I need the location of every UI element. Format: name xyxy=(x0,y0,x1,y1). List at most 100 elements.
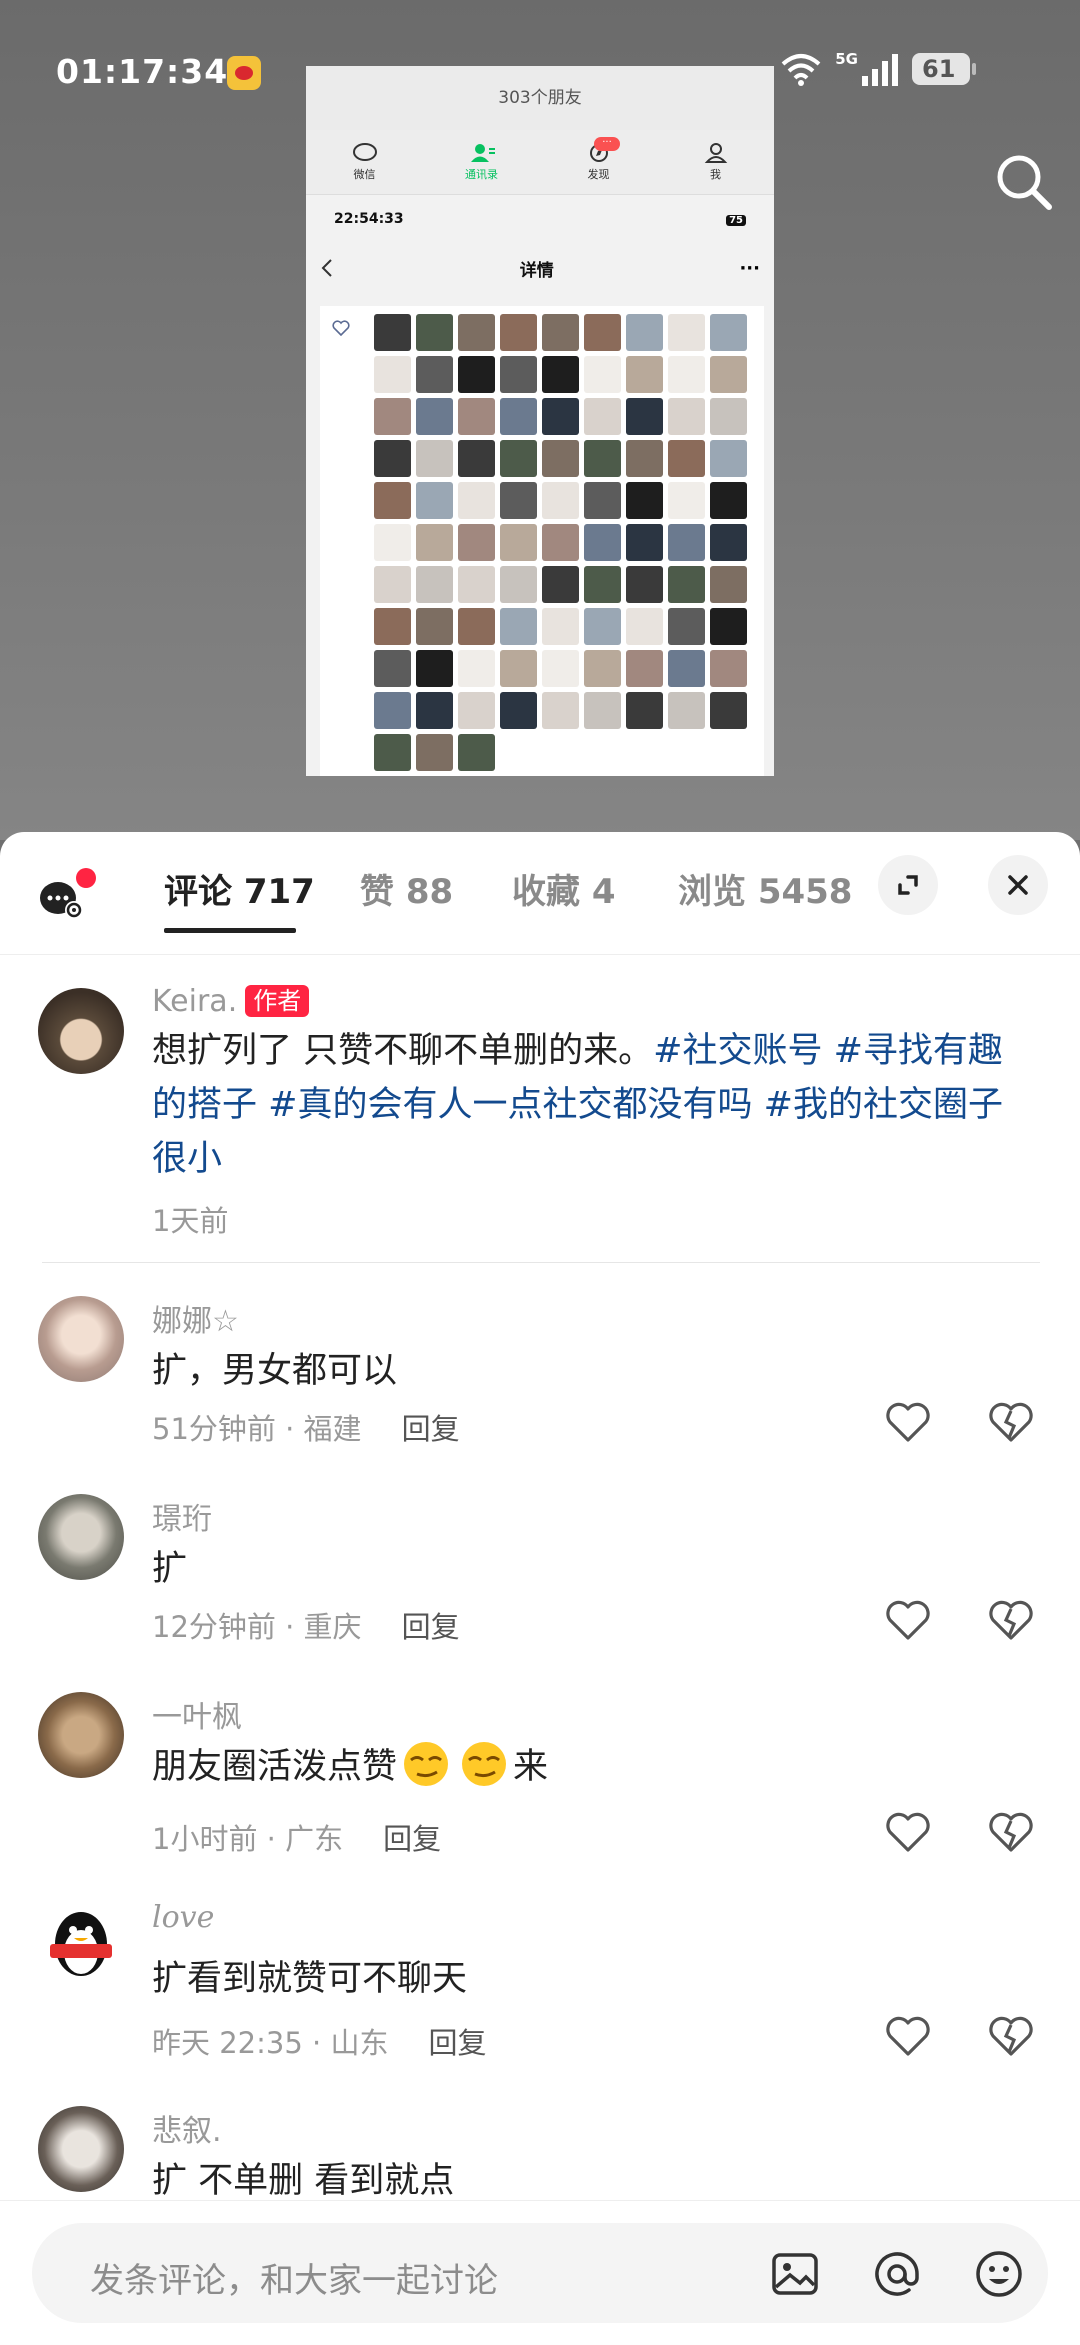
inner-battery: 75 xyxy=(726,215,746,226)
friend-avatar-thumbnail xyxy=(668,566,705,603)
friend-avatar-thumbnail xyxy=(542,566,579,603)
reply-button[interactable]: 回复 xyxy=(402,1610,460,1644)
hashtag[interactable]: #真的会有人一点社交都没有吗 xyxy=(268,1085,752,1125)
broken-heart-icon[interactable] xyxy=(988,1812,1034,1854)
mention-icon[interactable] xyxy=(870,2247,924,2301)
like-heart-icon[interactable] xyxy=(885,1402,931,1444)
comment-body: 朋友圈活泼点赞 xyxy=(152,1747,398,1787)
post-body: 想扩列了 只赞不聊不单删的来。 xyxy=(152,1031,654,1071)
friend-avatar-thumbnail xyxy=(584,692,621,729)
friend-avatar-thumbnail xyxy=(458,482,495,519)
friend-avatar-thumbnail xyxy=(458,314,495,351)
post-time: 1天前 xyxy=(152,1204,229,1238)
image-icon[interactable] xyxy=(768,2247,822,2301)
commenter-avatar[interactable] xyxy=(38,1494,124,1580)
friend-avatar-thumbnail xyxy=(374,356,411,393)
friend-avatar-thumbnail xyxy=(668,692,705,729)
comment-username[interactable]: 悲叙. xyxy=(152,2106,222,2150)
background-area: 01:17:34 5G 61 303个朋友 微信 通讯录 发现 ··· 我 22… xyxy=(0,0,1080,840)
commenter-avatar[interactable] xyxy=(38,1900,124,1986)
author-badge: 作者 xyxy=(245,985,310,1017)
post-image[interactable]: 303个朋友 微信 通讯录 发现 ··· 我 22:54:33 75 详情 ··… xyxy=(306,66,774,776)
like-heart-icon[interactable] xyxy=(885,1600,931,1642)
inner-tab-label: 通讯录 xyxy=(465,167,498,181)
friend-avatar-thumbnail xyxy=(626,356,663,393)
comment-meta: 51分钟前 · 福建 回复 xyxy=(152,1406,460,1448)
inner-tab-label: 我 xyxy=(710,167,721,181)
comment-username[interactable]: 娜娜☆ xyxy=(152,1296,239,1340)
comment-text: 扩 不单删 看到就点 xyxy=(152,2161,455,2201)
reply-button[interactable]: 回复 xyxy=(383,1822,441,1856)
friend-avatar-thumbnail xyxy=(416,398,453,435)
smirk-emoji-icon xyxy=(462,1742,507,1786)
friend-avatar-thumbnail xyxy=(458,398,495,435)
more-icon: ··· xyxy=(739,257,760,279)
friend-avatar-thumbnail xyxy=(374,398,411,435)
friend-avatar-thumbnail xyxy=(710,482,747,519)
friend-avatar-thumbnail xyxy=(710,692,747,729)
friend-avatar-thumbnail xyxy=(374,734,411,771)
like-heart-icon[interactable] xyxy=(885,1812,931,1854)
close-button[interactable] xyxy=(988,855,1048,915)
comment-input[interactable]: 发条评论，和大家一起讨论 xyxy=(32,2223,1048,2323)
system-icons: 5G 61 xyxy=(781,50,976,86)
friend-avatar-thumbnail xyxy=(374,692,411,729)
avatar-grid xyxy=(374,314,747,771)
expand-button[interactable] xyxy=(878,855,938,915)
close-icon xyxy=(1008,875,1028,895)
comment-username[interactable]: 璟珩 xyxy=(152,1494,212,1538)
tab-comments[interactable]: 评论 717 xyxy=(164,864,315,913)
comment-username[interactable]: 一叶枫 xyxy=(152,1692,242,1736)
friend-avatar-thumbnail xyxy=(458,440,495,477)
friend-avatar-thumbnail xyxy=(374,482,411,519)
expand-icon xyxy=(898,875,918,895)
comment-username[interactable]: love xyxy=(152,1900,214,1935)
contacts-icon xyxy=(470,143,495,162)
tab-collections[interactable]: 收藏 4 xyxy=(512,864,616,913)
commenter-avatar[interactable] xyxy=(38,1296,124,1382)
friend-avatar-thumbnail xyxy=(584,314,621,351)
inner-tab-label: 微信 xyxy=(353,167,376,181)
emoji-icon[interactable] xyxy=(972,2247,1026,2301)
reply-button[interactable]: 回复 xyxy=(402,1412,460,1446)
friend-avatar-thumbnail xyxy=(542,524,579,561)
smirk-emoji-icon xyxy=(404,1742,449,1786)
friend-avatar-thumbnail xyxy=(584,440,621,477)
friend-avatar-thumbnail xyxy=(500,398,537,435)
broken-heart-icon[interactable] xyxy=(988,1600,1034,1642)
comment-time-location: 1小时前 · 广东 xyxy=(152,1822,344,1856)
friend-avatar-thumbnail xyxy=(500,356,537,393)
network-type: 5G xyxy=(835,50,858,68)
friend-avatar-thumbnail xyxy=(416,692,453,729)
friend-avatar-thumbnail xyxy=(458,650,495,687)
friend-avatar-thumbnail xyxy=(626,566,663,603)
friend-avatar-thumbnail xyxy=(626,314,663,351)
post-author[interactable]: Keira. 作者 xyxy=(152,984,310,1019)
inner-tab-chats: 微信 xyxy=(306,130,423,194)
inner-nav-title: 详情 xyxy=(519,260,554,281)
post-text: 想扩列了 只赞不聊不单删的来。#社交账号 #寻找有趣的搭子 #真的会有人一点社交… xyxy=(152,1024,1032,1186)
search-icon[interactable] xyxy=(994,152,1054,212)
friend-avatar-thumbnail xyxy=(500,482,537,519)
friend-avatar-thumbnail xyxy=(416,482,453,519)
friend-avatar-thumbnail xyxy=(458,566,495,603)
inner-tab-me: 我 xyxy=(657,130,774,194)
friend-avatar-thumbnail xyxy=(584,482,621,519)
tab-views[interactable]: 浏览 5458 xyxy=(678,864,852,913)
friend-avatar-thumbnail xyxy=(710,314,747,351)
friend-avatar-thumbnail xyxy=(626,440,663,477)
friend-avatar-thumbnail xyxy=(416,734,453,771)
commenter-avatar[interactable] xyxy=(38,2106,124,2192)
friend-avatar-thumbnail xyxy=(416,356,453,393)
friend-avatar-thumbnail xyxy=(374,314,411,351)
post-author-avatar[interactable] xyxy=(38,988,124,1074)
hashtag[interactable]: #社交账号 xyxy=(653,1031,822,1071)
commenter-avatar[interactable] xyxy=(38,1692,124,1778)
back-icon xyxy=(321,259,332,277)
reply-button[interactable]: 回复 xyxy=(428,2026,486,2060)
broken-heart-icon[interactable] xyxy=(988,2016,1034,2058)
like-heart-icon[interactable] xyxy=(885,2016,931,2058)
broken-heart-icon[interactable] xyxy=(988,1402,1034,1444)
tab-likes[interactable]: 赞 88 xyxy=(360,864,453,913)
friend-avatar-thumbnail xyxy=(668,524,705,561)
